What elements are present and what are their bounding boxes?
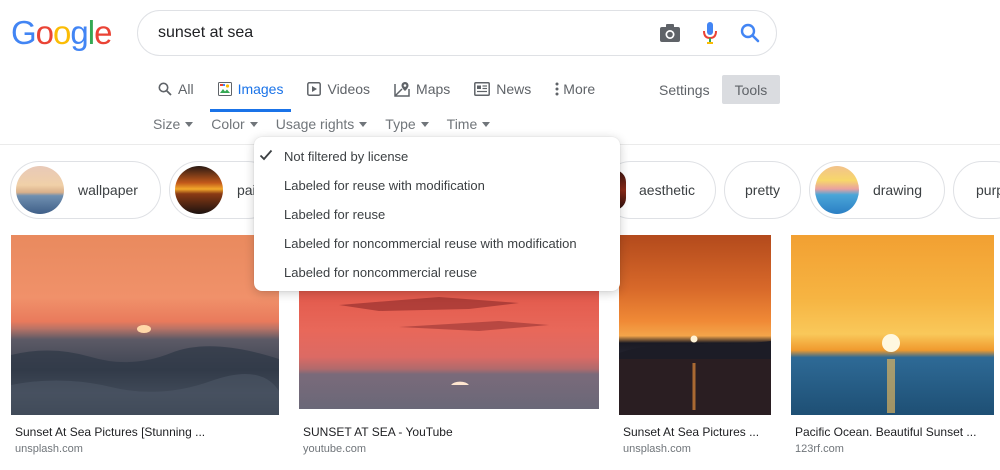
chip-drawing[interactable]: drawing xyxy=(809,161,945,219)
filter-label: Size xyxy=(153,116,181,132)
search-input[interactable]: sunset at sea xyxy=(158,24,650,42)
camera-icon[interactable] xyxy=(650,11,690,55)
menu-item-reuse-modification[interactable]: Labeled for reuse with modification xyxy=(254,171,620,200)
tab-label: Images xyxy=(237,81,284,97)
image-icon xyxy=(217,82,232,96)
result-title: Sunset At Sea Pictures [Stunning ... xyxy=(15,425,206,439)
result-title: Pacific Ocean. Beautiful Sunset ... xyxy=(795,425,977,439)
caret-down-icon xyxy=(420,121,429,127)
menu-item-noncommercial-modification[interactable]: Labeled for noncommercial reuse with mod… xyxy=(254,229,620,258)
search-icon xyxy=(158,82,172,96)
chip-label: pai xyxy=(236,182,256,198)
related-chips: wallpaper pai xyxy=(10,161,285,219)
more-dots-icon xyxy=(555,82,559,96)
chip-thumbnail xyxy=(174,166,223,214)
tab-more[interactable]: More xyxy=(547,66,603,112)
settings-link[interactable]: Settings xyxy=(651,82,722,98)
filter-color[interactable]: Color xyxy=(211,116,258,132)
chip-label: drawing xyxy=(872,182,922,198)
logo-letter: o xyxy=(53,14,71,51)
chip-wallpaper[interactable]: wallpaper xyxy=(10,161,161,219)
tab-maps[interactable]: Maps xyxy=(386,66,458,112)
tools-button[interactable]: Tools xyxy=(721,75,781,104)
chip-purple[interactable]: purp xyxy=(953,161,1000,219)
tab-news[interactable]: News xyxy=(466,66,539,112)
result-title: Sunset At Sea Pictures ... xyxy=(623,425,760,439)
filter-label: Color xyxy=(211,116,245,132)
result-domain: unsplash.com xyxy=(623,443,691,455)
logo-letter: e xyxy=(94,14,112,51)
search-box[interactable]: sunset at sea xyxy=(137,10,777,56)
result-card[interactable]: Pacific Ocean. Beautiful Sunset ... 123r… xyxy=(791,235,994,455)
tab-label: Videos xyxy=(327,81,371,97)
result-domain: unsplash.com xyxy=(15,443,83,455)
map-icon xyxy=(394,81,410,97)
search-icon[interactable] xyxy=(730,11,770,55)
filter-usage-rights[interactable]: Usage rights xyxy=(276,116,368,132)
tab-label: More xyxy=(563,81,596,97)
tab-label: News xyxy=(496,81,532,97)
tool-filters: Size Color Usage rights Type Time xyxy=(153,116,508,132)
filter-time[interactable]: Time xyxy=(447,116,491,132)
menu-item-label: Not filtered by license xyxy=(284,149,409,164)
filter-type[interactable]: Type xyxy=(385,116,429,132)
caret-down-icon xyxy=(482,121,491,127)
chip-label: pretty xyxy=(745,182,781,198)
menu-item-noncommercial[interactable]: Labeled for noncommercial reuse xyxy=(254,258,620,287)
search-tabs: All Images Videos Maps News More xyxy=(150,66,611,112)
filter-size[interactable]: Size xyxy=(153,116,194,132)
chip-label: wallpaper xyxy=(78,182,138,198)
logo-letter: g xyxy=(70,14,88,51)
result-card[interactable]: Sunset At Sea Pictures [Stunning ... uns… xyxy=(11,235,279,455)
filter-label: Time xyxy=(446,116,478,132)
caret-down-icon xyxy=(359,121,368,127)
filter-label: Type xyxy=(385,116,416,132)
checkmark-icon xyxy=(259,148,273,165)
logo-letter: G xyxy=(11,14,37,51)
chip-thumbnail xyxy=(815,166,859,214)
result-domain: youtube.com xyxy=(303,443,366,455)
chip-pretty[interactable]: pretty xyxy=(724,161,801,219)
menu-item-not-filtered[interactable]: Not filtered by license xyxy=(254,142,620,171)
tab-images[interactable]: Images xyxy=(209,66,292,112)
chip-label: purp xyxy=(976,182,1000,198)
menu-item-label: Labeled for noncommercial reuse xyxy=(284,265,477,280)
menu-item-label: Labeled for reuse with modification xyxy=(284,178,485,193)
news-icon xyxy=(474,82,491,96)
tools-area: Settings Tools xyxy=(651,75,781,104)
filter-label: Usage rights xyxy=(275,116,355,132)
result-image[interactable] xyxy=(791,235,994,415)
logo-letter: o xyxy=(35,14,54,51)
result-title: SUNSET AT SEA - YouTube xyxy=(303,425,453,439)
caret-down-icon xyxy=(249,121,258,127)
chip-thumbnail xyxy=(16,166,64,214)
chip-label: aesthetic xyxy=(639,182,696,198)
result-domain: 123rf.com xyxy=(795,443,844,455)
tab-label: All xyxy=(178,81,194,97)
tab-videos[interactable]: Videos xyxy=(299,66,378,112)
tab-all[interactable]: All xyxy=(150,66,202,112)
menu-item-label: Labeled for reuse xyxy=(284,207,386,222)
google-logo[interactable]: Google xyxy=(11,14,112,52)
microphone-icon[interactable] xyxy=(690,11,730,55)
caret-down-icon xyxy=(185,121,194,127)
menu-item-reuse[interactable]: Labeled for reuse xyxy=(254,200,620,229)
result-image[interactable] xyxy=(11,235,279,415)
result-card[interactable]: Sunset At Sea Pictures ... unsplash.com xyxy=(619,235,771,455)
video-icon xyxy=(307,82,322,96)
usage-rights-menu: Not filtered by license Labeled for reus… xyxy=(254,137,620,291)
menu-item-label: Labeled for noncommercial reuse with mod… xyxy=(284,236,577,251)
tab-label: Maps xyxy=(416,81,451,97)
result-image[interactable] xyxy=(619,235,771,415)
